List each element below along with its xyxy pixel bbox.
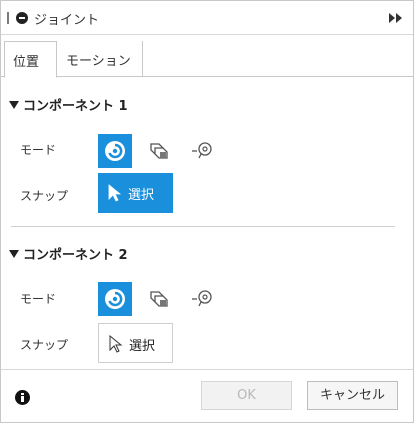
section-component-1-title: コンポーネント 1 <box>23 99 128 114</box>
mode-between-button-2[interactable] <box>142 282 176 316</box>
mode-between-button-1[interactable] <box>142 134 176 168</box>
mode-label-1: モード <box>20 143 57 157</box>
mode-snap-button-2[interactable] <box>98 282 132 316</box>
mode-label-2: モード <box>20 292 57 306</box>
twopoint-icon <box>192 142 212 159</box>
tab-motion[interactable]: モーション <box>58 41 143 77</box>
dialog-title: ジョイント <box>34 13 100 28</box>
title-bar[interactable]: ジョイント <box>1 1 413 35</box>
ok-button[interactable]: OK <box>201 381 292 410</box>
select-snap-button-2[interactable]: 選択 <box>98 323 173 363</box>
snap-label-2: スナップ <box>20 338 69 352</box>
twopoint-icon <box>192 290 212 307</box>
select-label-2: 選択 <box>129 339 156 354</box>
grip-handle[interactable] <box>7 12 9 24</box>
cursor-arrow-icon <box>108 184 122 202</box>
mode-twopoint-button-1[interactable] <box>186 134 220 168</box>
between-faces-icon <box>150 291 168 307</box>
expand-triangle-icon <box>9 250 19 258</box>
between-faces-icon <box>150 143 168 159</box>
select-label-1: 選択 <box>128 188 155 203</box>
snap-circle-icon <box>105 289 125 309</box>
expand-triangle-icon <box>9 101 19 109</box>
dialog-footer: OK キャンセル <box>1 369 413 422</box>
mode-snap-button-1[interactable] <box>98 134 132 168</box>
double-chevron-right-icon[interactable] <box>389 13 403 23</box>
section-divider <box>11 226 395 227</box>
cancel-button[interactable]: キャンセル <box>307 381 398 410</box>
select-snap-button-1[interactable]: 選択 <box>98 173 173 213</box>
cursor-arrow-icon <box>109 335 123 353</box>
tab-bar: 位置 モーション <box>1 41 413 78</box>
snap-label-1: スナップ <box>20 189 69 203</box>
info-icon[interactable] <box>15 390 30 405</box>
section-component-2-title: コンポーネント 2 <box>23 248 128 263</box>
section-component-2-header[interactable]: コンポーネント 2 <box>9 244 128 263</box>
joint-dialog: ジョイント 位置 モーション コンポーネント 1 モード スナップ 選択 コンポ… <box>0 0 414 423</box>
collapse-minus-icon[interactable] <box>16 12 28 24</box>
section-component-1-header[interactable]: コンポーネント 1 <box>9 95 128 114</box>
mode-twopoint-button-2[interactable] <box>186 282 220 316</box>
snap-circle-icon <box>105 141 125 161</box>
tab-position[interactable]: 位置 <box>4 41 57 78</box>
